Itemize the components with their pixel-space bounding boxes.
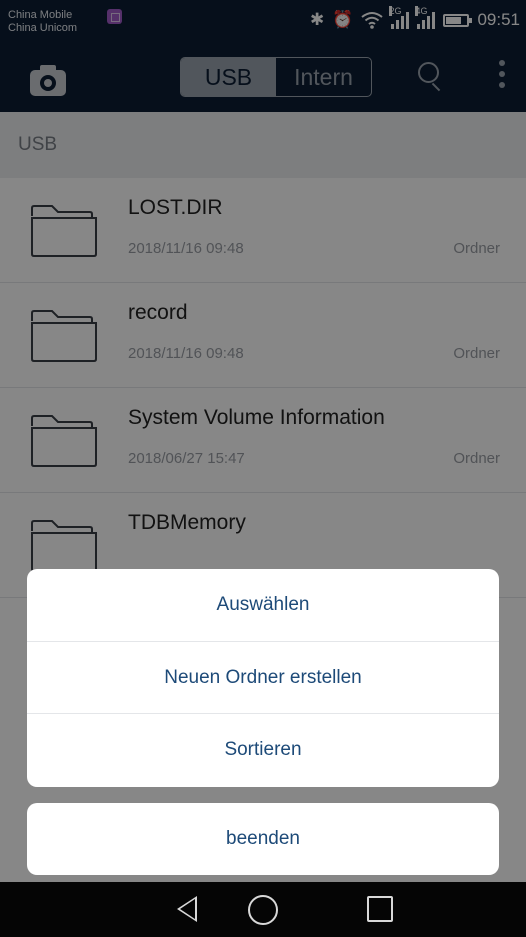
action-sheet: Auswählen Neuen Ordner erstellen Sortier… <box>27 569 499 787</box>
select-button[interactable]: Auswählen <box>27 569 499 642</box>
sort-button[interactable]: Sortieren <box>27 714 499 787</box>
recent-apps-icon[interactable] <box>367 896 393 922</box>
system-navigation-bar <box>0 882 526 937</box>
cancel-button[interactable]: beenden <box>27 803 499 875</box>
new-folder-button[interactable]: Neuen Ordner erstellen <box>27 642 499 715</box>
back-icon[interactable] <box>177 896 197 922</box>
home-icon[interactable] <box>248 895 278 925</box>
